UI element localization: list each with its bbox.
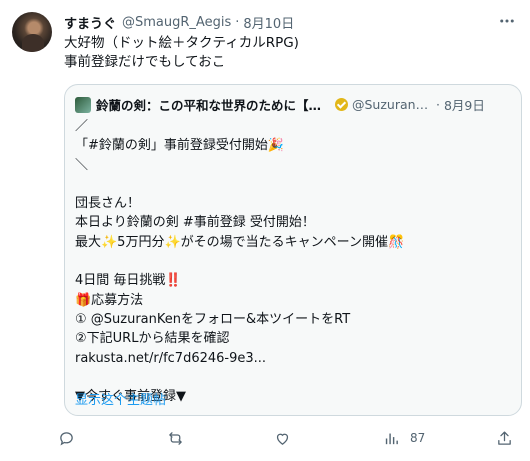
like-icon[interactable] bbox=[274, 426, 291, 450]
retweet-icon[interactable] bbox=[167, 426, 184, 450]
action-bar: 87 bbox=[58, 426, 520, 450]
quote-author-name: 鈴蘭の剣：この平和な世界のために【公... bbox=[96, 98, 331, 113]
reply-icon[interactable] bbox=[58, 426, 75, 450]
author-name[interactable]: すまうぐ bbox=[64, 13, 116, 32]
tweet-date[interactable]: 8月10日 bbox=[243, 13, 294, 32]
author-handle[interactable]: @SmaugR_Aegis bbox=[122, 15, 231, 30]
share-icon[interactable] bbox=[496, 426, 513, 450]
views-count: 87 bbox=[410, 431, 426, 445]
quote-author-handle: @SuzuranK... bbox=[352, 97, 432, 112]
quote-avatar bbox=[75, 96, 91, 113]
quote-separator: · bbox=[436, 97, 440, 112]
author-avatar[interactable] bbox=[12, 12, 52, 52]
views-button[interactable]: 87 bbox=[383, 426, 425, 450]
tweet[interactable]: すまうぐ @SmaugR_Aegis · 8月10日 大好物（ドット絵＋タクティ… bbox=[0, 0, 530, 461]
quoted-tweet[interactable]: 鈴蘭の剣：この平和な世界のために【公... @SuzuranK... · 8月9… bbox=[64, 84, 522, 416]
quote-text: ／ 「#鈴蘭の剣」事前登録受付開始🎉 ＼ 団長さん！ 本日より鈴蘭の剣 #事前登… bbox=[75, 119, 405, 405]
header-separator: · bbox=[235, 15, 240, 30]
views-icon bbox=[385, 433, 398, 444]
quote-date: 8月9日 bbox=[443, 98, 485, 113]
quote-header: 鈴蘭の剣：この平和な世界のために【公... @SuzuranK... · 8月9… bbox=[75, 95, 515, 114]
verified-badge-icon bbox=[335, 98, 348, 111]
show-thread-link[interactable]: 显示这个主题帖 bbox=[75, 389, 166, 408]
tweet-header: すまうぐ @SmaugR_Aegis · 8月10日 bbox=[64, 13, 294, 32]
tweet-text: 大好物（ドット絵＋タクティカルRPG) 事前登録だけでもしておこ bbox=[64, 35, 299, 70]
more-icon[interactable] bbox=[498, 12, 516, 34]
